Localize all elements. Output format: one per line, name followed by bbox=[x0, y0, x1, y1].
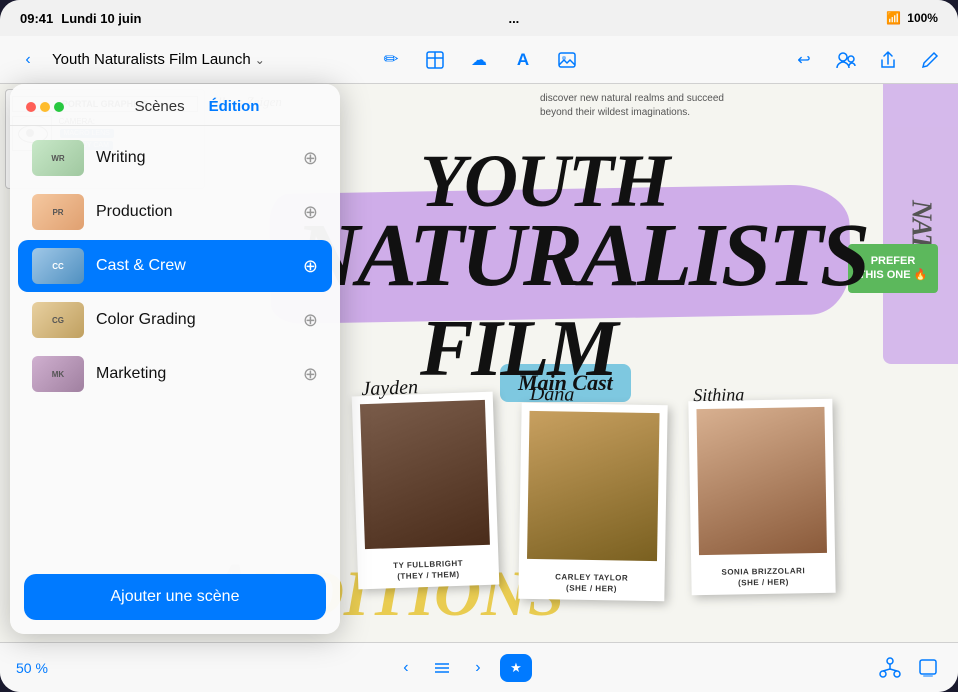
scene-item-production[interactable]: PR Production ⊕ bbox=[18, 186, 332, 238]
title-naturalists: NATURALISTS bbox=[295, 204, 867, 307]
scene-item-marketing[interactable]: MK Marketing ⊕ bbox=[18, 348, 332, 400]
scenes-panel: Scènes Édition WR Writing ⊕ PR Productio… bbox=[10, 84, 340, 634]
battery-level: 100% bbox=[907, 11, 938, 25]
cloud-tool-button[interactable]: ☁ bbox=[463, 44, 495, 76]
cast-photo-ty: Jayden TY FULLBRIGHT(THEY / THEM) bbox=[352, 392, 500, 590]
nav-star-button[interactable]: ★ bbox=[500, 654, 532, 682]
dot-maximize[interactable] bbox=[54, 102, 64, 112]
scene-thumb-writing: WR bbox=[32, 140, 84, 176]
share-button[interactable] bbox=[872, 44, 904, 76]
scene-more-production[interactable]: ⊕ bbox=[303, 202, 318, 223]
panel-tabs: Scènes Édition bbox=[70, 98, 324, 115]
scene-item-color-grading[interactable]: CG Color Grading ⊕ bbox=[18, 294, 332, 346]
scene-more-color-grading[interactable]: ⊕ bbox=[303, 310, 318, 331]
dot-close[interactable] bbox=[26, 102, 36, 112]
dot-minimize[interactable] bbox=[40, 102, 50, 112]
cast-cursive-ty: Jayden bbox=[361, 376, 418, 401]
nav-list-button[interactable] bbox=[428, 654, 456, 682]
table-tool-button[interactable] bbox=[419, 44, 451, 76]
text-tool-button[interactable]: A bbox=[507, 44, 539, 76]
scene-thumb-marketing: MK bbox=[32, 356, 84, 392]
cast-photo-sonia: Sithina SONIA BRIZZOLARI(SHE / HER) bbox=[688, 399, 835, 595]
scene-more-marketing[interactable]: ⊕ bbox=[303, 364, 318, 385]
scene-title-production: Production bbox=[96, 203, 291, 221]
tab-scenes[interactable]: Scènes bbox=[135, 98, 185, 115]
scene-title-writing: Writing bbox=[96, 149, 291, 167]
cast-label-ty: TY FULLBRIGHT(THEY / THEM) bbox=[357, 558, 499, 584]
panel-dots bbox=[26, 102, 64, 112]
add-scene-button[interactable]: Ajouter une scène bbox=[24, 574, 326, 620]
pencil-tool-button[interactable]: ✏ bbox=[375, 44, 407, 76]
scene-more-cast-crew[interactable]: ⊕ bbox=[303, 256, 318, 277]
back-button[interactable]: ‹ bbox=[12, 44, 44, 76]
bottom-center: ‹ › ★ bbox=[392, 654, 532, 682]
document-title[interactable]: Youth Naturalists Film Launch ⌄ bbox=[52, 51, 265, 68]
scene-item-writing[interactable]: WR Writing ⊕ bbox=[18, 132, 332, 184]
status-right: 📶 100% bbox=[886, 11, 938, 25]
bottom-left: 50 % bbox=[16, 660, 48, 676]
scene-thumb-color-grading: CG bbox=[32, 302, 84, 338]
slideshow-button[interactable] bbox=[914, 654, 942, 682]
cast-cursive-carley: Dana bbox=[530, 383, 575, 407]
zoom-level[interactable]: 50 % bbox=[16, 660, 48, 676]
edit-button[interactable] bbox=[914, 44, 946, 76]
scene-more-writing[interactable]: ⊕ bbox=[303, 148, 318, 169]
status-time: 09:41 bbox=[20, 11, 53, 26]
nav-next-button[interactable]: › bbox=[464, 654, 492, 682]
scene-title-marketing: Marketing bbox=[96, 365, 291, 383]
bottom-bar: 50 % ‹ › ★ bbox=[0, 642, 958, 692]
tree-icon[interactable] bbox=[876, 654, 904, 682]
chevron-down-icon: ⌄ bbox=[255, 53, 265, 67]
status-bar: 09:41 Lundi 10 juin ... 📶 100% bbox=[0, 0, 958, 36]
scene-item-cast-crew[interactable]: CC Cast & Crew ⊕ bbox=[18, 240, 332, 292]
status-center: ... bbox=[508, 11, 519, 26]
scene-title-cast-crew: Cast & Crew bbox=[96, 257, 291, 275]
scene-title-color-grading: Color Grading bbox=[96, 311, 291, 329]
cast-photo-carley: Dana CARLEY TAYLOR(SHE / HER) bbox=[518, 403, 667, 602]
panel-header: Scènes Édition bbox=[10, 84, 340, 126]
nat-strip: NAT bbox=[883, 84, 958, 364]
discover-text: discover new natural realms and succeed … bbox=[540, 92, 740, 120]
scene-thumb-production: PR bbox=[32, 194, 84, 230]
status-dots: ... bbox=[508, 11, 519, 26]
image-tool-button[interactable] bbox=[551, 44, 583, 76]
cast-label-carley: CARLEY TAYLOR(SHE / HER) bbox=[518, 572, 664, 595]
toolbar-left: ‹ Youth Naturalists Film Launch ⌄ bbox=[12, 44, 367, 76]
tab-edition[interactable]: Édition bbox=[209, 98, 260, 115]
title-film: FILM bbox=[420, 304, 617, 395]
wifi-icon: 📶 bbox=[886, 11, 901, 25]
bottom-right bbox=[876, 654, 942, 682]
toolbar-right: ↩ bbox=[591, 44, 946, 76]
cast-cursive-sonia: Sithina bbox=[693, 384, 744, 406]
ipad-frame: 09:41 Lundi 10 juin ... 📶 100% ‹ Youth N… bbox=[0, 0, 958, 692]
collaboration-button[interactable] bbox=[830, 44, 862, 76]
nav-prev-button[interactable]: ‹ bbox=[392, 654, 420, 682]
scene-thumb-cast-crew: CC bbox=[32, 248, 84, 284]
status-left: 09:41 Lundi 10 juin bbox=[20, 11, 141, 26]
toolbar: ‹ Youth Naturalists Film Launch ⌄ ✏ ☁ A … bbox=[0, 36, 958, 84]
status-day: Lundi 10 juin bbox=[61, 11, 141, 26]
toolbar-center: ✏ ☁ A bbox=[375, 44, 583, 76]
scene-list: WR Writing ⊕ PR Production ⊕ CC Cast & C… bbox=[10, 126, 340, 564]
undo-button[interactable]: ↩ bbox=[788, 44, 820, 76]
cast-label-sonia: SONIA BRIZZOLARI(SHE / HER) bbox=[691, 566, 835, 589]
